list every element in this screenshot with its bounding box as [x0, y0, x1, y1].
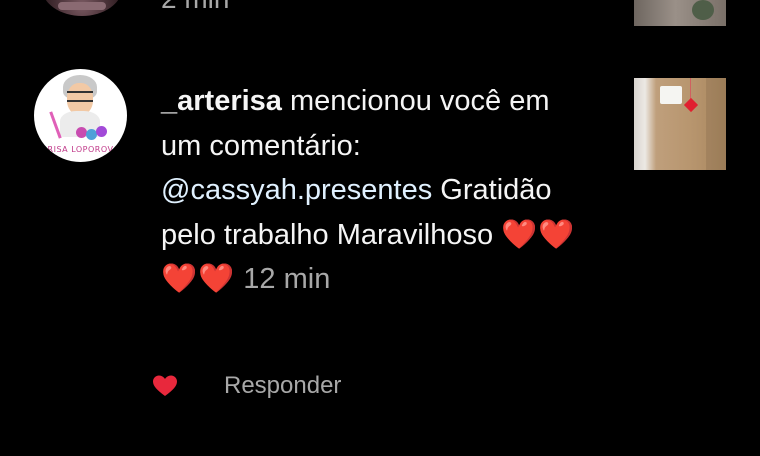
previous-notification-row[interactable]: 2 min [0, 0, 760, 26]
like-button[interactable] [151, 372, 179, 400]
mention-link[interactable]: @cassyah.presentes [161, 174, 432, 206]
username-link[interactable]: _arterisa [161, 85, 282, 117]
post-thumbnail[interactable] [634, 78, 726, 170]
notification-actions: Responder [151, 366, 341, 406]
avatar-brand-text: RISA LOPOROV [47, 145, 114, 154]
previous-notification-post-thumbnail[interactable] [634, 0, 726, 26]
heart-icon [153, 375, 177, 396]
previous-notification-time: 2 min [161, 0, 229, 16]
user-avatar[interactable]: RISA LOPOROV [34, 69, 127, 162]
previous-notification-avatar[interactable] [42, 0, 122, 16]
notification-time: 12 min [243, 263, 331, 295]
notification-text[interactable]: _arterisa mencionou você em um comentári… [161, 79, 591, 302]
reply-button[interactable]: Responder [224, 372, 341, 400]
